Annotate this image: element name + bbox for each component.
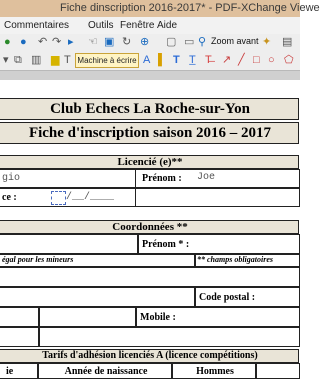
document-area: Club Echecs La Roche-sur-Yon Fiche d'ins…	[0, 71, 300, 379]
star-icon[interactable]: ✦	[262, 36, 271, 48]
prenom-label: Prénom :	[142, 173, 182, 184]
naissance-label: ce :	[2, 192, 17, 203]
ellipse-icon[interactable]: ○	[268, 54, 275, 66]
contact-prenom-label: Prénom * :	[142, 239, 190, 250]
email-label-cell	[0, 327, 40, 347]
fit-width-icon[interactable]: ▭	[184, 36, 194, 48]
club-title: Club Echecs La Roche-sur-Yon	[50, 101, 250, 117]
menu-item-outils[interactable]: Outils	[88, 20, 114, 31]
mobile-label: Mobile :	[140, 312, 176, 323]
save-icon[interactable]: ▤	[282, 36, 292, 48]
rotate-icon[interactable]: ↻	[122, 36, 131, 48]
copy-icon[interactable]: ⧉	[14, 54, 22, 66]
club-title-row: Club Echecs La Roche-sur-Yon	[0, 98, 299, 120]
text-tool-icon[interactable]: T	[173, 54, 180, 66]
fiche-title-row: Fiche d'inscription saison 2016 – 2017	[0, 122, 299, 144]
paste-icon[interactable]: ▥	[31, 54, 41, 66]
toolbar-comments: ▾ ⧉ ▥ ▆ T Machine à écrire A ▌ T T̲ T̶ ↗…	[0, 50, 300, 71]
code-postal-label: Code postal :	[199, 292, 256, 303]
telephone-field[interactable]	[0, 307, 40, 327]
oblig-note: ** champs obligatoires	[197, 255, 274, 264]
fit-page-icon[interactable]: ▢	[166, 36, 176, 48]
zoom-in-icon[interactable]: ⊕	[140, 36, 149, 48]
window-title-bar: Fiche dinscription 2016-2017* - PDF-XCha…	[0, 0, 320, 17]
undo-icon[interactable]: ↶	[38, 36, 47, 48]
underline-icon[interactable]: T̲	[189, 54, 196, 66]
fiche-title: Fiche d'inscription saison 2016 – 2017	[28, 125, 272, 141]
tarifs-col-hommes-label: Hommes	[196, 366, 234, 377]
prenom-value: Joe	[197, 172, 216, 183]
hand-tool-icon[interactable]: ☜	[88, 36, 98, 48]
tarifs-col-hommes: Hommes	[171, 363, 257, 379]
highlight-icon[interactable]: ▌	[158, 54, 166, 66]
tarifs-col-annee-label: Année de naissance	[64, 366, 148, 377]
adresse-field[interactable]	[0, 267, 300, 287]
oblig-note-cell: ** champs obligatoires	[194, 254, 300, 267]
prenom-field[interactable]: Prénom :	[135, 169, 300, 188]
tarifs-col-annee: Année de naissance	[37, 363, 173, 379]
toolbar-arrow-icon[interactable]: ▾	[3, 54, 9, 66]
legal-note-cell: égal pour les mineurs	[0, 254, 196, 267]
ville-field[interactable]	[0, 287, 196, 307]
contact-nom-field[interactable]	[0, 234, 139, 254]
snapshot-icon[interactable]: ▣	[104, 36, 114, 48]
tarifs-col-categorie-label: ie	[6, 366, 14, 377]
tarifs-col-femmes	[255, 363, 300, 379]
email-field[interactable]	[38, 327, 300, 347]
textbox-icon[interactable]: A	[143, 54, 150, 66]
typewriter-button[interactable]: Machine à écrire	[75, 53, 139, 68]
tarifs-header: Tarifs d'adhésion licenciés A (licence c…	[0, 349, 299, 363]
line-icon[interactable]: ╱	[238, 54, 245, 66]
zoom-icon: ⚲	[198, 36, 207, 48]
code-postal-field[interactable]: Code postal :	[194, 287, 300, 307]
contact-prenom-field[interactable]: Prénom * :	[137, 234, 300, 254]
licencie-header-label: Licencié (e)**	[117, 156, 183, 168]
menu-item-fenetre[interactable]: Fenêtre	[120, 20, 154, 31]
rectangle-icon[interactable]: □	[253, 54, 260, 66]
menu-item-aide[interactable]: Aide	[157, 20, 177, 31]
polygon-icon[interactable]: ⬠	[284, 54, 294, 66]
legal-note: égal pour les mineurs	[2, 255, 74, 264]
mobile-field[interactable]: Mobile :	[135, 307, 300, 327]
nom-field[interactable]: gio	[0, 169, 136, 188]
coordonnees-header-label: Coordonnées **	[112, 221, 188, 233]
select-tool-icon[interactable]: ▸	[68, 36, 74, 48]
naissance-value: /__/____	[66, 192, 115, 203]
pdf-page: Club Echecs La Roche-sur-Yon Fiche d'ins…	[0, 80, 300, 379]
menu-item-commentaires[interactable]: Commentaires	[4, 20, 69, 31]
licencie-header: Licencié (e)**	[0, 155, 299, 169]
coordonnees-header: Coordonnées **	[0, 220, 299, 234]
tarifs-col-categorie: ie	[0, 363, 39, 379]
tarifs-header-label: Tarifs d'adhésion licenciés A (licence c…	[42, 350, 258, 361]
date-input-cursor[interactable]	[51, 191, 66, 205]
naissance-field[interactable]: ce : /__/____	[0, 188, 136, 207]
nom-value: gio	[2, 173, 21, 184]
toolbar-main: ● ● ↶ ↷ ▸ ☜ ▣ ↻ ⊕ ▢ ▭ ⚲ Zoom avant ✦ ▤	[0, 34, 300, 50]
menu-bar: Commentaires Outils Fenêtre Aide	[0, 17, 300, 34]
back-icon[interactable]: ●	[4, 36, 11, 48]
zoom-dropdown[interactable]: Zoom avant	[211, 36, 259, 46]
redo-icon[interactable]: ↷	[52, 36, 61, 48]
typewriter-icon: T	[64, 54, 71, 66]
forward-icon[interactable]: ●	[20, 36, 27, 48]
window-title: Fiche dinscription 2016-2017* - PDF-XCha…	[60, 2, 320, 14]
telephone-value-field[interactable]	[38, 307, 137, 327]
naissance-right-cell	[135, 188, 300, 207]
note-icon[interactable]: ▆	[51, 54, 59, 66]
arrow-line-icon[interactable]: ↗	[222, 54, 231, 66]
strikeout-icon[interactable]: T̶	[205, 54, 212, 66]
